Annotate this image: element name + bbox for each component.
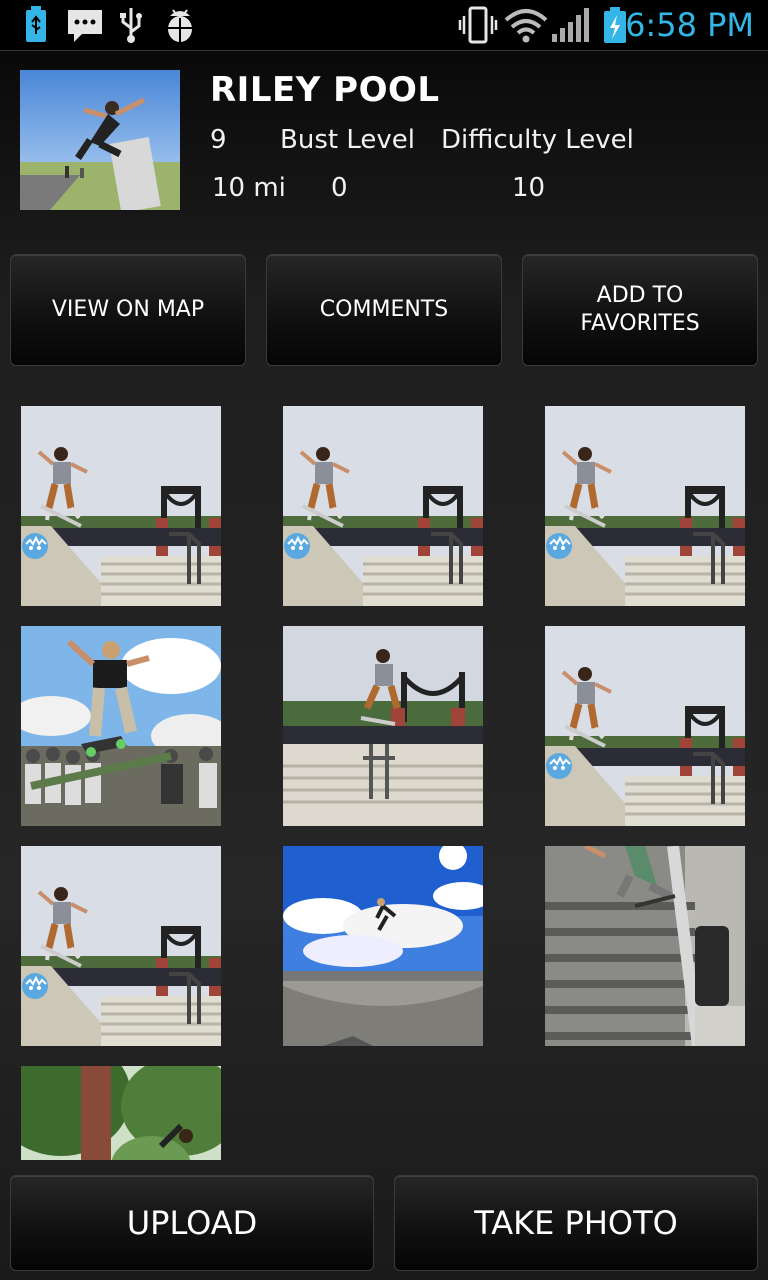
status-bar: 6:58 PM (0, 0, 768, 51)
spot-count: 9 (210, 125, 227, 155)
photo-thumbnail[interactable] (545, 406, 745, 606)
photo-thumbnail[interactable] (21, 406, 221, 606)
spot-header: RILEY POOL 9 Bust Level Difficulty Level… (0, 50, 768, 240)
photo-thumbnail[interactable] (21, 626, 221, 826)
photo-gallery[interactable] (0, 406, 768, 1160)
usb-icon (120, 8, 142, 43)
spot-distance: 10 mi (212, 173, 286, 203)
spot-thumbnail[interactable] (20, 70, 180, 210)
difficulty-level-value: 10 (512, 173, 546, 203)
comments-button[interactable]: COMMENTS (266, 254, 502, 366)
difficulty-level-label: Difficulty Level (441, 125, 634, 155)
photo-thumbnail[interactable] (283, 846, 483, 1046)
wifi-icon (504, 9, 548, 43)
photo-thumbnail[interactable] (545, 626, 745, 826)
vibrate-icon (458, 6, 498, 44)
clock: 6:58 PM (625, 6, 754, 44)
spot-name: RILEY POOL (210, 70, 440, 110)
add-to-favorites-button[interactable]: ADD TO FAVORITES (522, 254, 758, 366)
photo-thumbnail[interactable] (283, 406, 483, 606)
signal-icon (552, 8, 589, 42)
upload-button[interactable]: UPLOAD (10, 1175, 374, 1271)
add-to-favorites-label: ADD TO FAVORITES (580, 283, 700, 336)
view-on-map-button[interactable]: VIEW ON MAP (10, 254, 246, 366)
sms-icon (68, 10, 102, 42)
photo-thumbnail[interactable] (21, 846, 221, 1046)
debug-bug-icon (168, 9, 192, 42)
bust-level-label: Bust Level (280, 125, 415, 155)
photo-thumbnail[interactable] (283, 626, 483, 826)
take-photo-button[interactable]: TAKE PHOTO (394, 1175, 758, 1271)
photo-thumbnail[interactable] (545, 846, 745, 1046)
photo-thumbnail[interactable] (21, 1066, 221, 1160)
usb-battery-icon (26, 6, 46, 42)
bust-level-value: 0 (331, 173, 348, 203)
